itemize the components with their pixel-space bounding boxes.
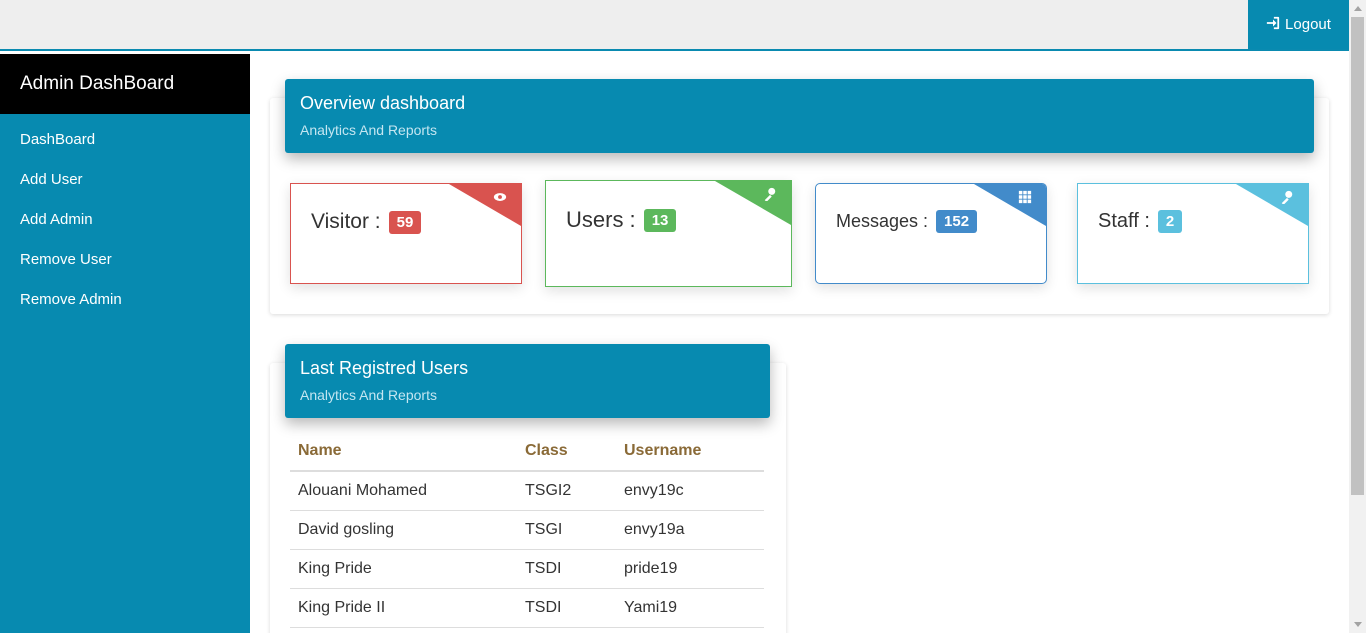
cell-class: TSDI bbox=[517, 549, 616, 589]
cell-class: TSDI bbox=[517, 588, 616, 628]
messages-label-row: Messages : 152 bbox=[836, 210, 978, 233]
overview-title: Overview dashboard bbox=[300, 93, 466, 113]
visitor-count-badge: 59 bbox=[388, 210, 422, 234]
column-header-username: Username bbox=[616, 432, 764, 472]
visitor-card-corner bbox=[449, 184, 521, 226]
visitor-card[interactable]: Visitor : 59 bbox=[290, 183, 522, 284]
messages-label: Messages : bbox=[836, 211, 929, 231]
visitor-label: Visitor : bbox=[311, 210, 381, 233]
users-panel-header: Last Registred Users Analytics And Repor… bbox=[285, 344, 770, 418]
messages-card-corner bbox=[974, 184, 1046, 226]
user-icon bbox=[1280, 190, 1294, 205]
cell-name: King Pride II bbox=[290, 588, 517, 628]
users-card-corner bbox=[715, 181, 791, 225]
table-header-row: Name Class Username bbox=[290, 432, 764, 472]
users-count-badge: 13 bbox=[643, 208, 677, 232]
scrollbar-thumb[interactable] bbox=[1351, 17, 1364, 495]
cell-username: envy19c bbox=[616, 471, 764, 511]
visitor-label-row: Visitor : 59 bbox=[311, 210, 422, 234]
cell-name: King Pride bbox=[290, 549, 517, 589]
staff-card[interactable]: Staff : 2 bbox=[1077, 183, 1309, 284]
top-navbar: Logout bbox=[0, 0, 1349, 51]
cell-name: David gosling bbox=[290, 510, 517, 550]
staff-label-row: Staff : 2 bbox=[1098, 210, 1183, 233]
users-table: Name Class Username Alouani Mohamed TSGI… bbox=[290, 432, 764, 628]
messages-card[interactable]: Messages : 152 bbox=[815, 183, 1047, 284]
staff-card-corner bbox=[1236, 184, 1308, 226]
logout-button[interactable]: Logout bbox=[1248, 0, 1349, 49]
cell-username: Yami19 bbox=[616, 588, 764, 628]
sidebar-nav: DashBoard Add User Add Admin Remove User… bbox=[0, 114, 250, 319]
cell-class: TSGI2 bbox=[517, 471, 616, 511]
sign-in-icon bbox=[1266, 16, 1280, 34]
cell-name: Alouani Mohamed bbox=[290, 471, 517, 511]
sidebar-title: Admin DashBoard bbox=[0, 54, 250, 114]
table-row: King Pride TSDI pride19 bbox=[290, 549, 764, 589]
table-row: David gosling TSGI envy19a bbox=[290, 510, 764, 550]
users-panel-subtitle: Analytics And Reports bbox=[300, 387, 437, 403]
cell-class: TSGI bbox=[517, 510, 616, 550]
cell-username: pride19 bbox=[616, 549, 764, 589]
users-panel-title: Last Registred Users bbox=[300, 358, 469, 378]
sidebar-item-remove-admin[interactable]: Remove Admin bbox=[0, 279, 250, 319]
users-card[interactable]: Users : 13 bbox=[545, 180, 792, 287]
overview-header: Overview dashboard Analytics And Reports bbox=[285, 79, 1314, 153]
users-label-row: Users : 13 bbox=[566, 207, 677, 233]
eye-icon bbox=[493, 190, 507, 204]
users-label: Users : bbox=[566, 207, 636, 232]
sidebar-item-dashboard[interactable]: DashBoard bbox=[0, 119, 250, 159]
column-header-class: Class bbox=[517, 432, 616, 472]
scroll-down-arrow-icon[interactable] bbox=[1349, 616, 1366, 633]
staff-count-badge: 2 bbox=[1157, 210, 1183, 233]
sidebar-item-add-admin[interactable]: Add Admin bbox=[0, 199, 250, 239]
messages-count-badge: 152 bbox=[936, 210, 978, 233]
users-table-wrap: Name Class Username Alouani Mohamed TSGI… bbox=[290, 432, 764, 628]
sidebar-item-remove-user[interactable]: Remove User bbox=[0, 239, 250, 279]
user-icon bbox=[763, 187, 777, 202]
table-row: Alouani Mohamed TSGI2 envy19c bbox=[290, 471, 764, 511]
table-row: King Pride II TSDI Yami19 bbox=[290, 588, 764, 628]
logout-label: Logout bbox=[1285, 16, 1331, 33]
page-scrollbar[interactable] bbox=[1349, 0, 1366, 633]
column-header-name: Name bbox=[290, 432, 517, 472]
scroll-up-arrow-icon[interactable] bbox=[1349, 0, 1366, 17]
overview-subtitle: Analytics And Reports bbox=[300, 122, 437, 138]
staff-label: Staff : bbox=[1098, 210, 1150, 232]
sidebar-item-add-user[interactable]: Add User bbox=[0, 159, 250, 199]
sidebar: Admin DashBoard DashBoard Add User Add A… bbox=[0, 54, 250, 633]
grid-icon bbox=[1018, 190, 1032, 204]
cell-username: envy19a bbox=[616, 510, 764, 550]
